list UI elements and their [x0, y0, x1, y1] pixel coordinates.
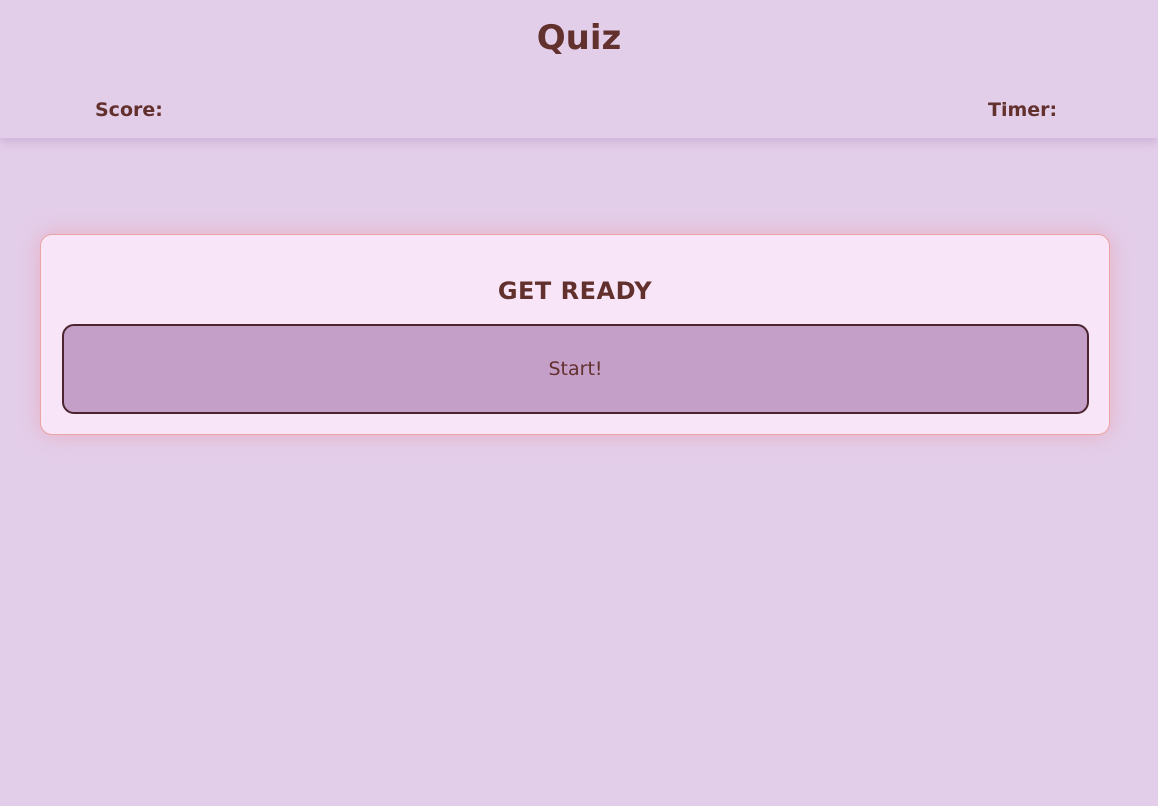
timer-label: Timer: [988, 99, 1058, 121]
app-title: Quiz [536, 18, 622, 58]
quiz-card: GET READY Start! [40, 234, 1110, 435]
top-header: Quiz Score: Timer: [0, 0, 1158, 138]
start-button[interactable]: Start! [62, 324, 1089, 414]
score-label: Score: [95, 99, 163, 121]
get-ready-heading: GET READY [497, 277, 653, 305]
